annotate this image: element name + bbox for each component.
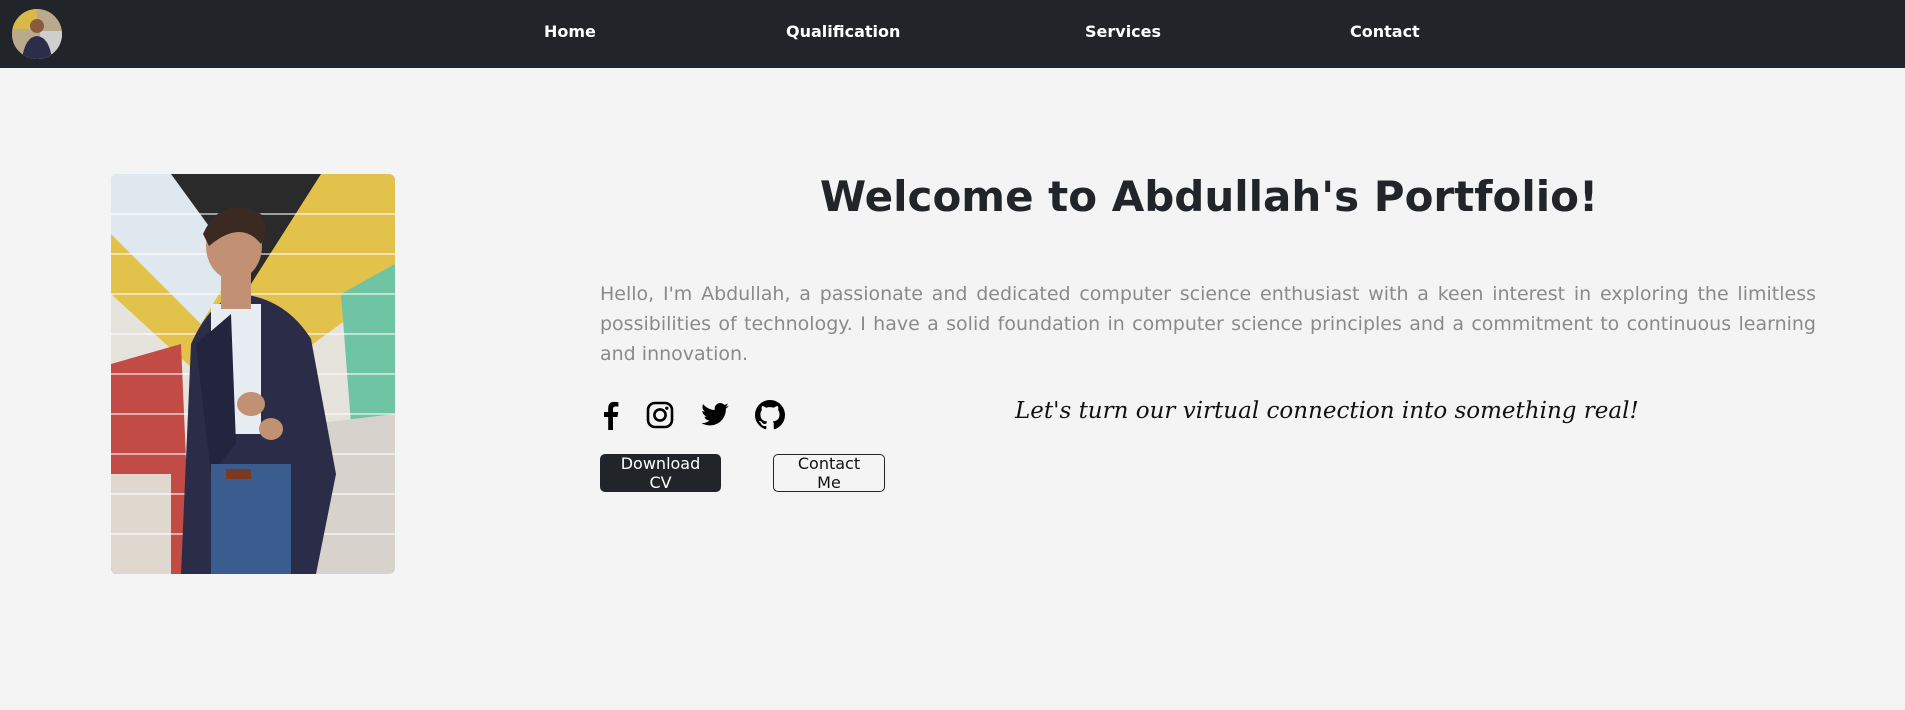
nav-qualification-link[interactable]: Qualification [786,22,900,41]
profile-avatar[interactable] [12,9,62,59]
avatar-image [12,9,62,59]
nav-services-link[interactable]: Services [1085,22,1161,41]
instagram-icon[interactable] [645,400,675,430]
github-icon[interactable] [755,400,785,430]
nav-contact-link[interactable]: Contact [1350,22,1420,41]
twitter-icon[interactable] [700,400,730,430]
nav-home-link[interactable]: Home [544,22,596,41]
intro-paragraph: Hello, I'm Abdullah, a passionate and de… [600,283,1816,365]
tagline: Let's turn our virtual connection into s… [1015,398,1639,424]
download-cv-button[interactable]: Download CV [600,454,721,492]
profile-photo-image [111,174,395,574]
profile-photo [111,174,395,574]
page-title: Welcome to Abdullah's Portfolio! [819,172,1599,221]
navbar: Home Qualification Services Contact [0,0,1905,68]
contact-me-button[interactable]: Contact Me [773,454,885,492]
facebook-icon[interactable] [596,400,626,430]
